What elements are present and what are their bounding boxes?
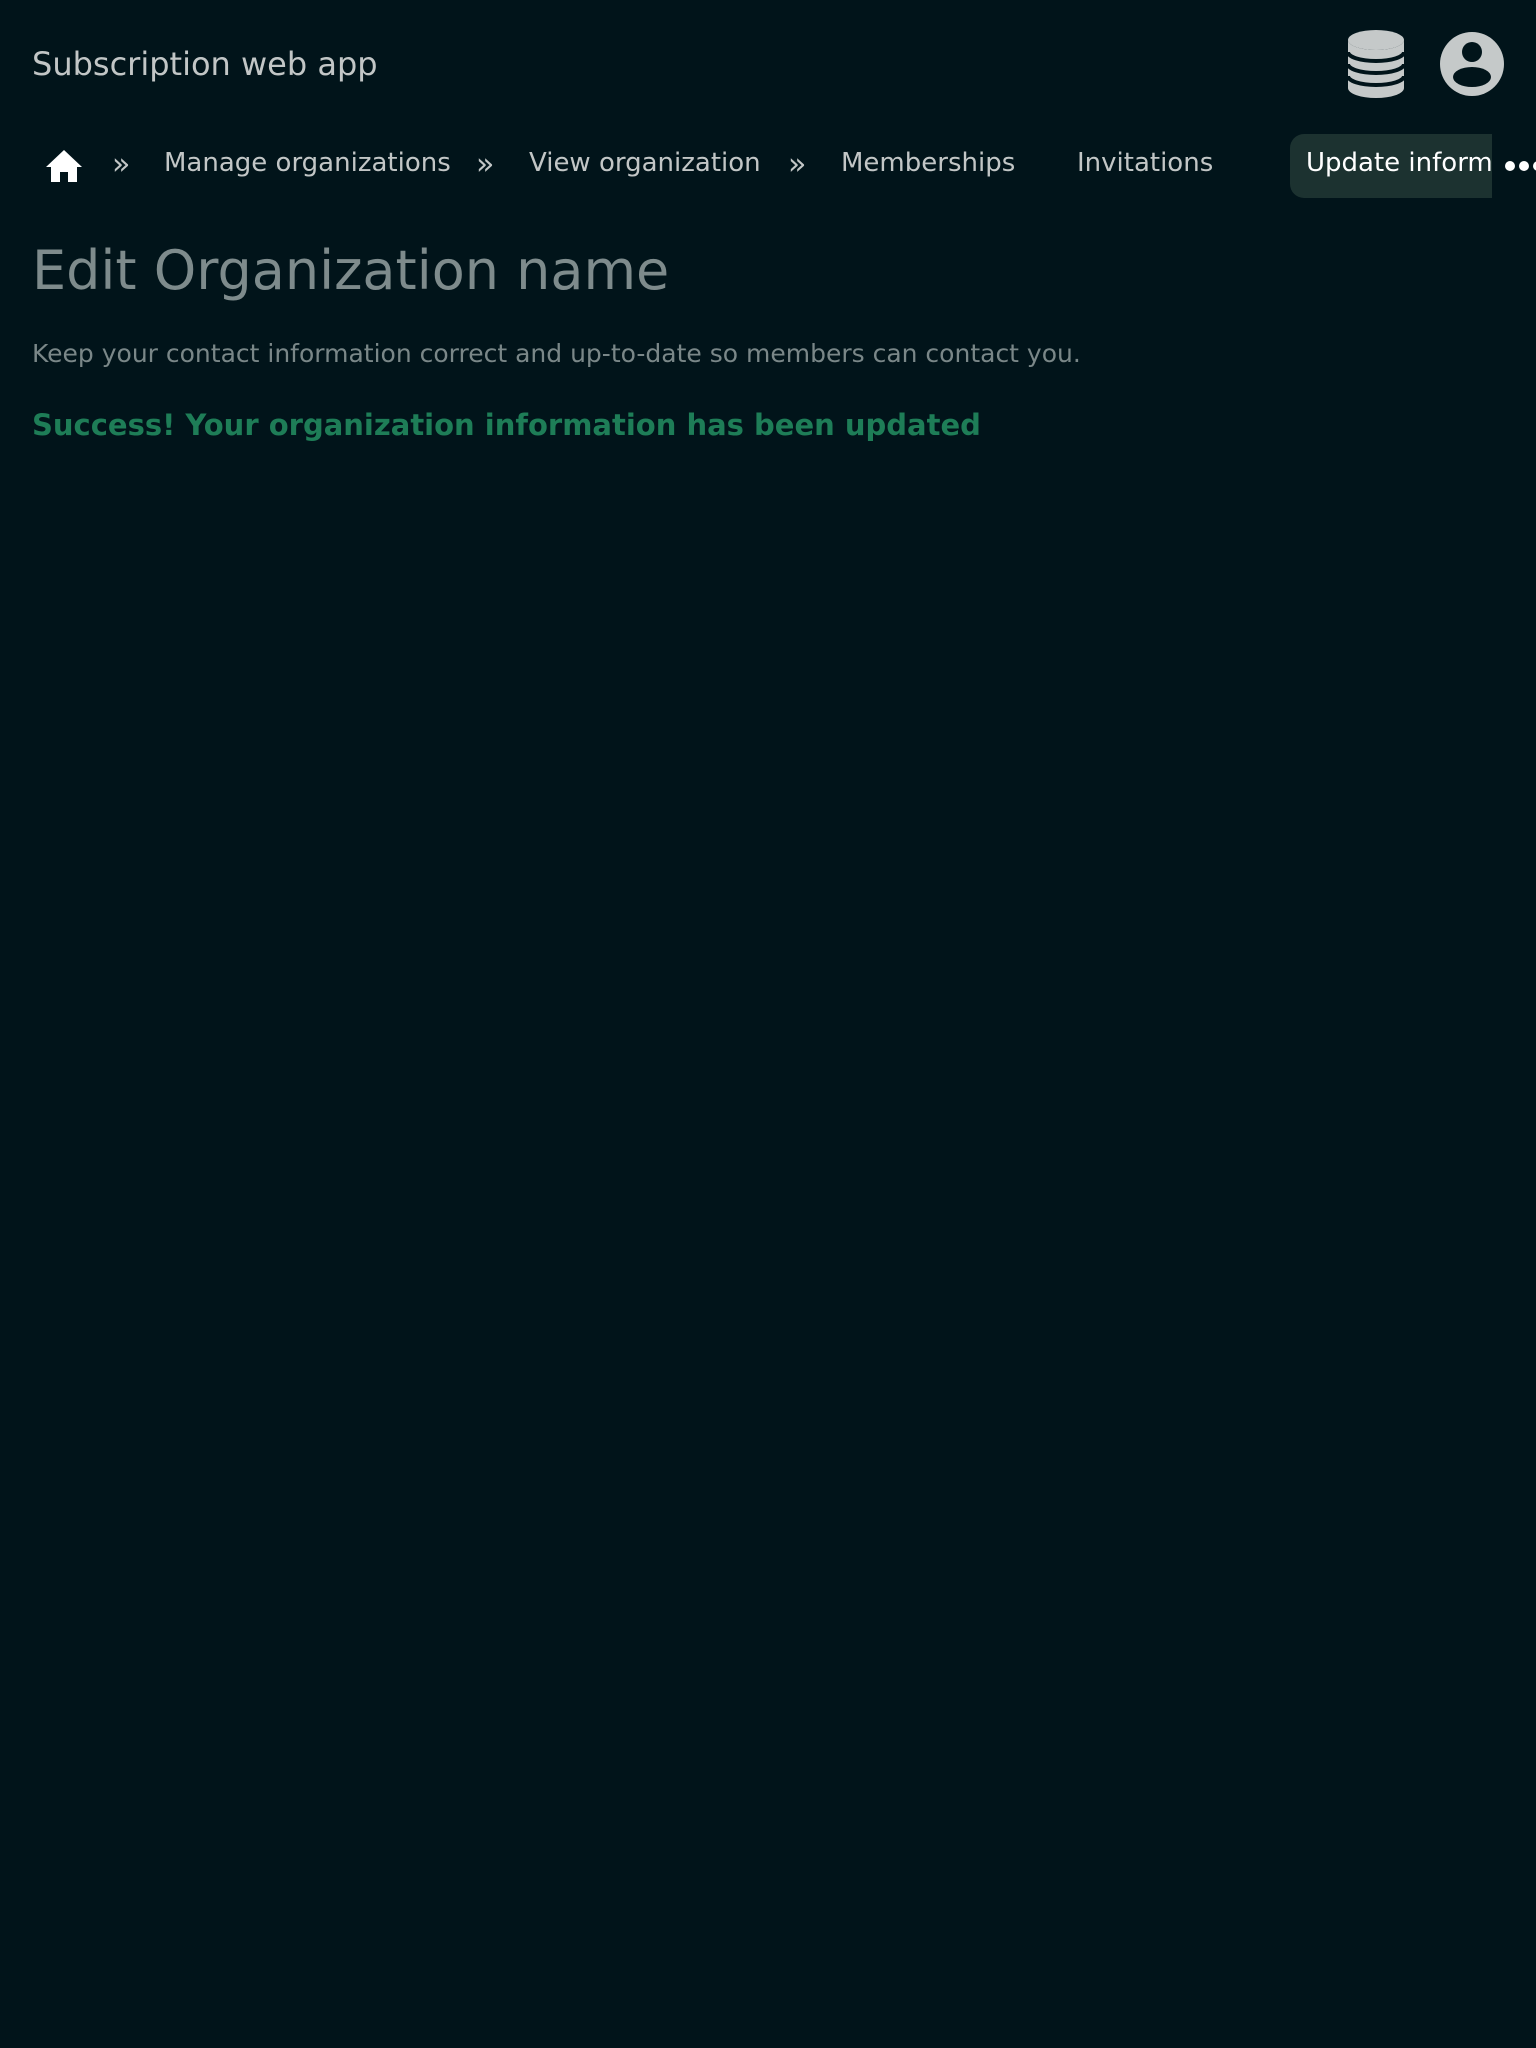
database-icon (1346, 30, 1406, 98)
breadcrumb-separator: » (476, 147, 495, 182)
tab-memberships[interactable]: Memberships (841, 134, 1015, 198)
breadcrumb-manage-organizations[interactable]: Manage organizations (164, 134, 451, 198)
home-icon (46, 150, 82, 182)
page-title: Edit Organization name (32, 239, 670, 302)
user-circle-icon (1440, 32, 1504, 96)
tab-update-information-clip: Update information (1290, 134, 1492, 198)
breadcrumb: » Manage organizations » View organizati… (32, 134, 1536, 198)
tab-invitations[interactable]: Invitations (1077, 134, 1213, 198)
app-header: Subscription web app (0, 0, 1536, 126)
more-horizontal-icon (1505, 161, 1536, 171)
database-button[interactable] (1344, 28, 1408, 100)
more-tabs-button[interactable] (1500, 150, 1536, 182)
page-description: Keep your contact information correct an… (32, 339, 1081, 368)
home-button[interactable] (44, 146, 84, 186)
tab-update-information[interactable]: Update information (1290, 134, 1492, 198)
success-message: Success! Your organization information h… (32, 408, 981, 442)
user-menu-button[interactable] (1440, 32, 1504, 96)
breadcrumb-separator: » (788, 147, 807, 182)
breadcrumb-separator: » (112, 147, 131, 182)
app-title: Subscription web app (32, 45, 378, 83)
breadcrumb-view-organization[interactable]: View organization (529, 134, 761, 198)
